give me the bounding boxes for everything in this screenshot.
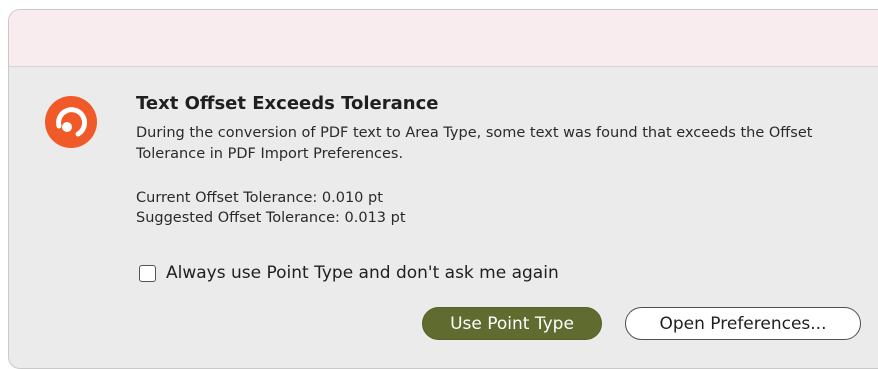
current-tolerance-text: Current Offset Tolerance: 0.010 pt [136, 190, 383, 206]
alert-dialog: Text Offset Exceeds Tolerance During the… [8, 9, 878, 369]
open-preferences-button[interactable]: Open Preferences... [625, 307, 861, 340]
suggested-tolerance-text: Suggested Offset Tolerance: 0.013 pt [136, 210, 406, 226]
dont-ask-again-checkbox[interactable] [139, 264, 156, 282]
dialog-message: During the conversion of PDF text to Are… [136, 125, 813, 162]
app-logo-icon [45, 96, 97, 148]
dialog-titlebar [9, 10, 878, 67]
dont-ask-again-label[interactable]: Always use Point Type and don't ask me a… [166, 263, 559, 283]
dialog-title: Text Offset Exceeds Tolerance [136, 93, 439, 114]
use-point-type-button[interactable]: Use Point Type [422, 307, 602, 340]
screen: Text Offset Exceeds Tolerance During the… [0, 0, 878, 369]
dont-ask-again-option[interactable]: Always use Point Type and don't ask me a… [139, 263, 559, 283]
